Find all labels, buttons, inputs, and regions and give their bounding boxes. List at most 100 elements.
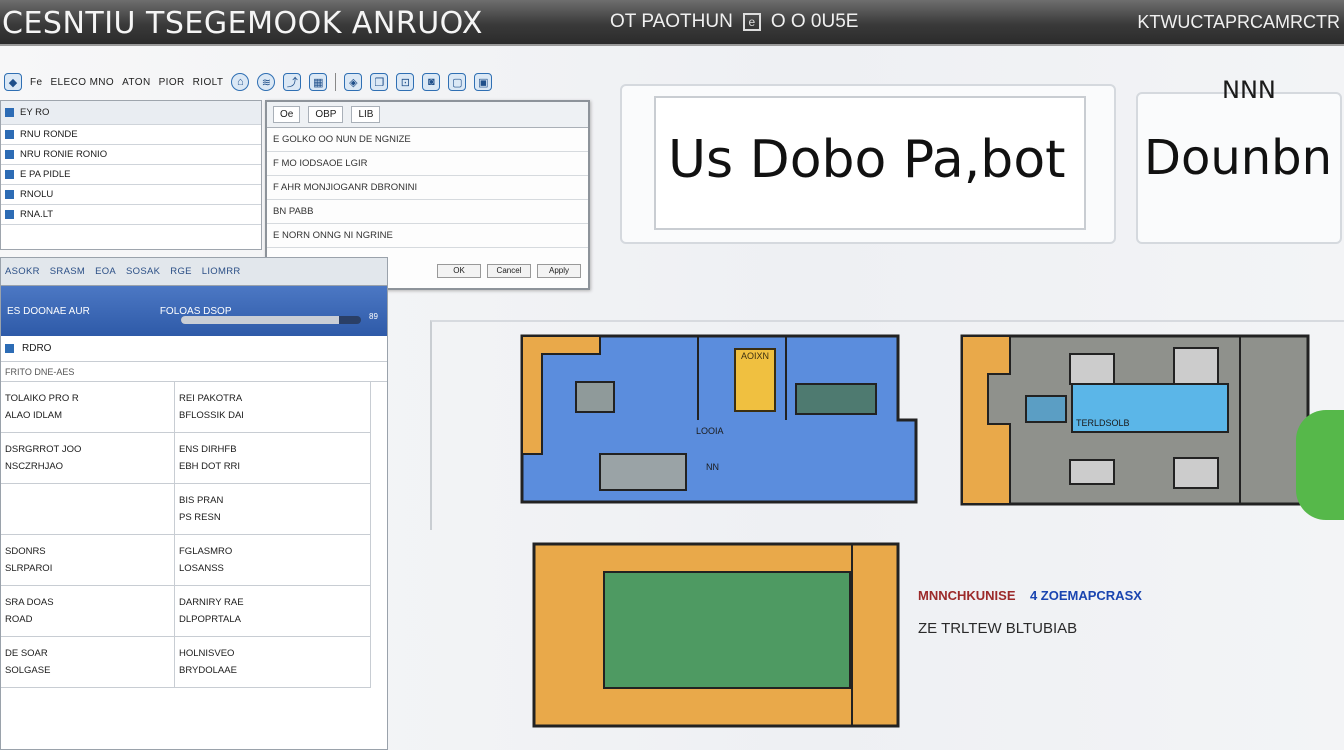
title-control-text: OT PAOTHUN: [610, 11, 733, 32]
board-blue[interactable]: AOIXN LOOIA NN: [520, 334, 918, 504]
frame-icon[interactable]: ▢: [448, 73, 467, 91]
layer-tab[interactable]: LIOMRR: [202, 266, 241, 277]
menu-item-elec[interactable]: ELECO MNO: [50, 77, 114, 88]
layer-banner: ES DOONAE AUR FOLOAS DSOP 89: [1, 286, 387, 336]
board-orange[interactable]: [532, 542, 900, 728]
folder-icon: [5, 190, 14, 199]
layer-cell[interactable]: REI PAKOTRA BFLOSSIK DAI: [175, 382, 371, 433]
tree-item[interactable]: RNU RONDE: [1, 125, 261, 145]
layer-cell-line: EBH DOT RRI: [179, 461, 241, 472]
layer-cell[interactable]: FGLASMRO LOSANSS: [175, 535, 371, 586]
tab-oe[interactable]: Oe: [273, 106, 301, 123]
home-icon[interactable]: ⌂: [231, 73, 250, 91]
property-row[interactable]: F MO IODSAOE LGIR: [267, 152, 588, 176]
legend-blue-text: 4 ZOEMAPCRASX: [1029, 588, 1142, 603]
tree-item[interactable]: E PA PIDLE: [1, 165, 261, 185]
wifi-icon[interactable]: ≋: [257, 73, 276, 91]
tree-item[interactable]: RNOLU: [1, 185, 261, 205]
layer-tab[interactable]: RGE: [170, 266, 192, 277]
app-logo-icon[interactable]: ◆: [4, 73, 22, 91]
layer-cell[interactable]: ENS DIRHFB EBH DOT RRI: [175, 433, 371, 484]
app-window: CESNTIU TSEGEMOOK ANRUOX OT PAOTHUN e O …: [0, 0, 1344, 750]
progress-label: 89: [369, 312, 378, 321]
folder-icon: [5, 130, 14, 139]
property-row[interactable]: E GOLKO OO NUN DE NGNIZE: [267, 128, 588, 152]
lock-icon[interactable]: ⊡: [396, 73, 415, 91]
layer-tab[interactable]: SOSAK: [126, 266, 160, 277]
layer-cell-line: BIS PRAN: [179, 495, 224, 506]
layer-cell-line: TOLAIKO PRO R: [5, 393, 79, 404]
layer-cell[interactable]: DARNIRY RAE DLPOPRTALA: [175, 586, 371, 637]
property-row[interactable]: F AHR MONJIOGANR DBRONINI: [267, 176, 588, 200]
filter-input[interactable]: FRITO DNE-AES: [1, 362, 387, 382]
layer-cell[interactable]: DSRGRROT JOO NSCZRHJAO: [1, 433, 175, 484]
property-row[interactable]: BN PABB: [267, 200, 588, 224]
layer-cell-line: DSRGRROT JOO: [5, 444, 82, 455]
layer-tab[interactable]: EOA: [95, 266, 116, 277]
layer-cell[interactable]: [1, 484, 175, 535]
property-row[interactable]: E NORN ONNG NI NGRINE: [267, 224, 588, 248]
board-orange-shape: [532, 542, 900, 728]
side-preview-label: NNN: [1222, 76, 1276, 104]
board-gray[interactable]: TERLDSOLB: [960, 334, 1310, 506]
layer-cell-line: FGLASMRO: [179, 546, 233, 557]
layer-cell-line: DLPOPRTALA: [179, 614, 241, 625]
progress-bar: [181, 316, 361, 324]
legend-red-text: MNNCHKUNISE: [918, 588, 1016, 603]
progress-fill: [181, 316, 340, 324]
apply-button[interactable]: Apply: [537, 264, 581, 278]
layer-cell[interactable]: TOLAIKO PRO R ALAO IDLAM: [1, 382, 175, 433]
layer-tab[interactable]: SRASM: [50, 266, 85, 277]
chip-component[interactable]: AOIXN: [734, 348, 776, 412]
side-handle[interactable]: [1296, 410, 1344, 520]
tab-lib[interactable]: LIB: [351, 106, 381, 123]
tree-item[interactable]: NRU RONIE RONIO: [1, 145, 261, 165]
camera-icon[interactable]: ◙: [422, 73, 441, 91]
tab-obp[interactable]: OBP: [308, 106, 344, 123]
menu-item-file[interactable]: Fe: [30, 77, 42, 88]
tree-item-label: RNU RONDE: [20, 129, 78, 140]
folder-icon: [5, 170, 14, 179]
layer-tab[interactable]: ASOKR: [5, 266, 40, 277]
copy-icon[interactable]: ❐: [370, 73, 389, 91]
ok-button[interactable]: OK: [437, 264, 481, 278]
layer-cell-line: SRA DOAS: [5, 597, 54, 608]
toolbar: ◆ Fe ELECO MNO ATON PIOR RIOLT ⌂ ≋ ⤴ ▦ ◈…: [0, 66, 600, 98]
layer-tabs: ASOKR SRASM EOA SOSAK RGE LIOMRR: [1, 258, 387, 286]
layer-grid: TOLAIKO PRO R ALAO IDLAM REI PAKOTRA BFLOSS…: [1, 382, 387, 688]
board-label: TERLDSOLB: [1076, 418, 1130, 428]
cancel-button[interactable]: Cancel: [487, 264, 531, 278]
project-tree-panel: EY RO RNU RONDE NRU RONIE RONIO E PA PID…: [0, 100, 262, 250]
layer-cell[interactable]: SDONRS SLRPAROI: [1, 535, 175, 586]
tree-item[interactable]: RNA.LT: [1, 205, 261, 225]
layer-cell-line: ALAO IDLAM: [5, 410, 63, 421]
layer-cell-line: BRYDOLAAE: [179, 665, 237, 676]
layer-cell[interactable]: BIS PRAN PS RESN: [175, 484, 371, 535]
board-label: NN: [706, 462, 719, 472]
layer-cell-line: DE SOAR: [5, 648, 48, 659]
layer-cell[interactable]: SRA DOAS ROAD: [1, 586, 175, 637]
route-icon[interactable]: ⤴: [283, 73, 302, 91]
panel-icon[interactable]: ▣: [474, 73, 493, 91]
side-preview-panel: Dounbn: [1136, 92, 1342, 244]
dialog-buttons: OK Cancel Apply: [437, 264, 581, 278]
grid-icon[interactable]: ▦: [309, 73, 328, 91]
board-blue-shape: [520, 334, 918, 504]
minimize-icon[interactable]: e: [742, 13, 761, 31]
layer-cell-line: SDONRS: [5, 546, 46, 557]
menu-item-riolt[interactable]: RIOLT: [193, 77, 224, 88]
subheader-label: RDRO: [22, 343, 52, 354]
title-controls: OT PAOTHUN e O O 0U5E: [610, 11, 858, 33]
layers-icon[interactable]: ◈: [344, 73, 363, 91]
layer-cell-line: REI PAKOTRA: [179, 393, 243, 404]
board-gray-shape: [960, 334, 1310, 506]
layer-cell-line: DARNIRY RAE: [179, 597, 244, 608]
layer-panel: ASOKR SRASM EOA SOSAK RGE LIOMRR ES DOON…: [0, 257, 388, 750]
menu-item-pior[interactable]: PIOR: [159, 77, 185, 88]
layer-cell[interactable]: DE SOAR SOLGASE: [1, 637, 175, 688]
layer-cell-line: LOSANSS: [179, 563, 224, 574]
title-right-text: KTWUCTAPRCAMRCTR: [1137, 12, 1340, 32]
layer-cell[interactable]: HOLNISVEO BRYDOLAAE: [175, 637, 371, 688]
menu-item-aton[interactable]: ATON: [122, 77, 150, 88]
checkbox-icon[interactable]: [5, 344, 14, 353]
